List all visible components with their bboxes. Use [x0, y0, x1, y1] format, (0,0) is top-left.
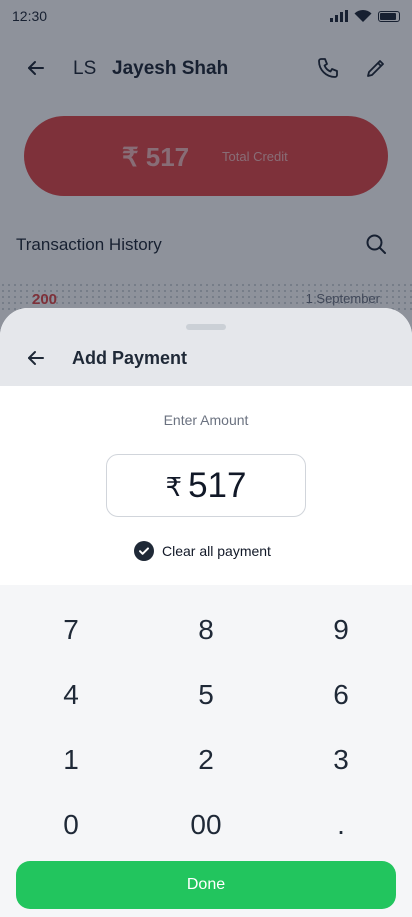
currency-symbol: ₹: [165, 472, 183, 502]
drag-handle[interactable]: [186, 324, 226, 330]
key-8[interactable]: 8: [139, 597, 273, 662]
checkbox-checked-icon[interactable]: [134, 541, 154, 561]
key-1[interactable]: 1: [4, 727, 138, 792]
key-3[interactable]: 3: [274, 727, 408, 792]
key-9[interactable]: 9: [274, 597, 408, 662]
key-7[interactable]: 7: [4, 597, 138, 662]
key-5[interactable]: 5: [139, 662, 273, 727]
key-4[interactable]: 4: [4, 662, 138, 727]
key-0[interactable]: 0: [4, 792, 138, 857]
enter-amount-label: Enter Amount: [163, 412, 249, 428]
done-button[interactable]: Done: [16, 861, 396, 909]
key-2[interactable]: 2: [139, 727, 273, 792]
key-00[interactable]: 00: [139, 792, 273, 857]
sheet-header: Add Payment: [0, 308, 412, 386]
clear-all-payment-label: Clear all payment: [162, 543, 271, 559]
sheet-title: Add Payment: [72, 348, 188, 368]
key-6[interactable]: 6: [274, 662, 408, 727]
back-arrow-icon[interactable]: [24, 346, 48, 370]
add-payment-sheet: Add Payment Enter Amount ₹ 517 Clear all…: [0, 308, 412, 917]
amount-value: 517: [188, 465, 247, 505]
key-decimal[interactable]: .: [274, 792, 408, 857]
amount-input[interactable]: ₹ 517: [106, 454, 306, 517]
clear-all-payment-toggle[interactable]: Clear all payment: [134, 541, 271, 561]
